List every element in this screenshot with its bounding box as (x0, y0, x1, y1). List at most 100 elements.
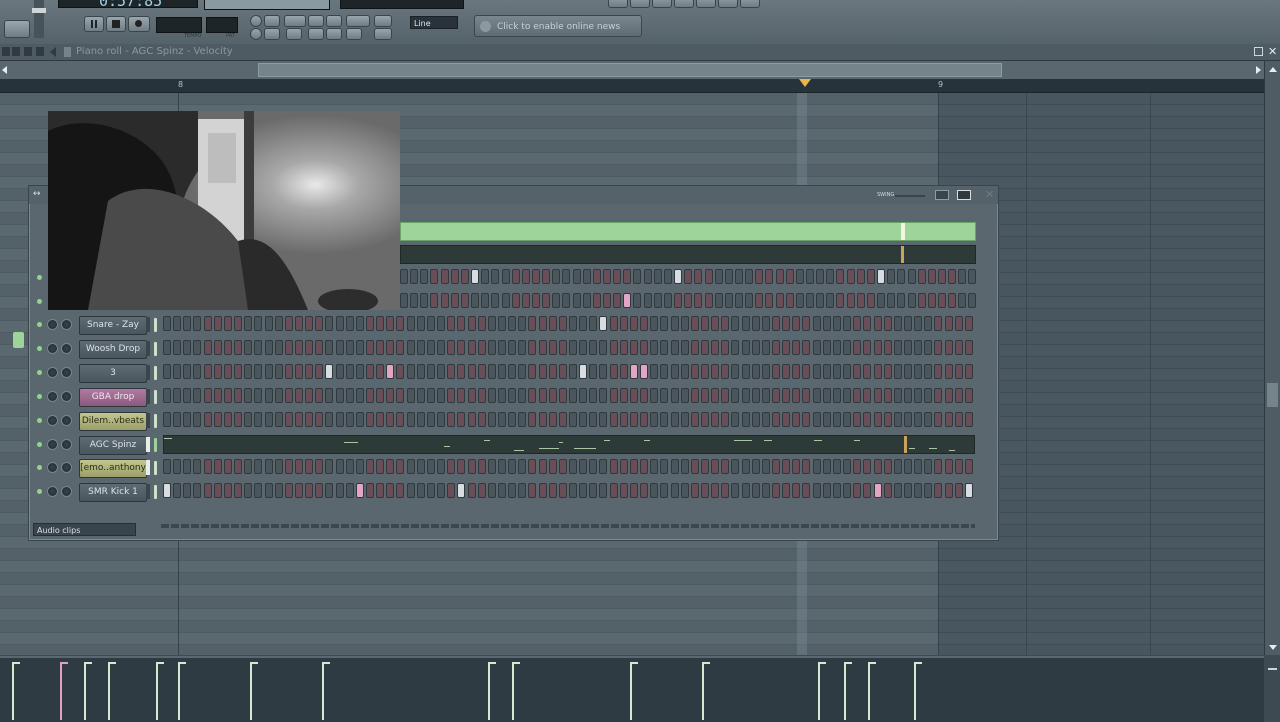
step-button[interactable] (335, 411, 344, 427)
velocity-bar[interactable] (630, 664, 632, 720)
step-button[interactable] (964, 483, 973, 499)
step-button[interactable] (223, 411, 232, 427)
step-button[interactable] (802, 387, 811, 403)
step-button[interactable] (843, 363, 852, 379)
step-button[interactable] (193, 316, 202, 331)
step-button[interactable] (447, 387, 456, 403)
step-button[interactable] (741, 363, 750, 379)
step-button[interactable] (355, 459, 364, 475)
channel-select-indicator[interactable] (146, 317, 150, 332)
step-button[interactable] (264, 316, 273, 331)
piano-view-icon[interactable] (935, 190, 949, 200)
step-button[interactable] (355, 411, 364, 427)
step-button[interactable] (832, 483, 841, 499)
step-button[interactable] (508, 483, 517, 499)
step-button[interactable] (406, 363, 415, 379)
step-button[interactable] (954, 459, 963, 475)
snap-mode-select[interactable]: Line (410, 16, 458, 29)
pan-knob[interactable] (47, 342, 58, 354)
step-button[interactable] (426, 459, 435, 475)
step-button[interactable] (467, 387, 476, 403)
step-button[interactable] (426, 411, 435, 427)
step-button[interactable] (589, 339, 598, 355)
step-button[interactable] (345, 387, 354, 403)
step-button[interactable] (700, 363, 709, 379)
step-button[interactable] (213, 339, 222, 355)
step-button[interactable] (832, 363, 841, 379)
step-button[interactable] (355, 483, 364, 499)
step-button[interactable] (903, 363, 912, 379)
step-button[interactable] (548, 387, 557, 403)
step-button[interactable] (761, 459, 770, 475)
steps-button[interactable] (346, 28, 362, 40)
pan-knob[interactable] (47, 438, 58, 450)
step-button[interactable] (893, 363, 902, 379)
step-button[interactable] (386, 459, 395, 475)
step-button[interactable] (294, 316, 303, 331)
step-button[interactable] (447, 483, 456, 499)
step-button[interactable] (294, 387, 303, 403)
step-button[interactable] (731, 316, 740, 331)
step-button[interactable] (487, 339, 496, 355)
step-button[interactable] (873, 387, 882, 403)
step-button[interactable] (548, 459, 557, 475)
step-button[interactable] (599, 339, 608, 355)
step-button[interactable] (376, 411, 385, 427)
pan-knob[interactable] (47, 390, 58, 402)
step-button[interactable] (761, 387, 770, 403)
pause-button[interactable] (84, 16, 104, 32)
step-button[interactable] (173, 387, 182, 403)
step-button[interactable] (599, 316, 608, 331)
channel-select-indicator[interactable] (146, 460, 150, 476)
loop-record-button[interactable] (308, 28, 324, 40)
step-button[interactable] (477, 459, 486, 475)
step-button[interactable] (284, 411, 293, 427)
step-button[interactable] (569, 316, 577, 331)
step-button[interactable] (193, 483, 202, 499)
step-button[interactable] (183, 483, 192, 499)
step-button[interactable] (731, 411, 740, 427)
step-button[interactable] (508, 459, 517, 475)
step-button[interactable] (244, 483, 253, 499)
channel-button[interactable]: 3 (79, 363, 147, 383)
step-button[interactable] (173, 363, 182, 379)
step-button[interactable] (203, 316, 212, 331)
step-button[interactable] (345, 483, 354, 499)
step-button[interactable] (254, 459, 263, 475)
step-button[interactable] (670, 459, 679, 475)
volume-knob[interactable] (61, 342, 72, 354)
step-button[interactable] (203, 459, 212, 475)
step-button[interactable] (477, 363, 486, 379)
step-button[interactable] (396, 459, 405, 475)
step-button[interactable] (772, 459, 780, 475)
step-button[interactable] (386, 411, 395, 427)
step-button[interactable] (761, 316, 770, 331)
pan-knob[interactable] (47, 486, 58, 498)
volume-knob[interactable] (61, 366, 72, 378)
step-button[interactable] (284, 483, 293, 499)
step-button[interactable] (457, 363, 466, 379)
step-button[interactable] (213, 387, 222, 403)
step-button[interactable] (264, 459, 273, 475)
step-button[interactable] (376, 339, 385, 355)
step-button[interactable] (670, 387, 679, 403)
step-button[interactable] (670, 316, 679, 331)
step-button[interactable] (173, 459, 182, 475)
step-button[interactable] (609, 483, 618, 499)
step-button[interactable] (193, 459, 202, 475)
step-button[interactable] (447, 459, 456, 475)
scroll-right-icon[interactable] (1256, 66, 1261, 74)
step-button[interactable] (264, 483, 273, 499)
wait-button[interactable] (250, 28, 262, 40)
piano-roll-knob[interactable] (64, 47, 71, 57)
step-button[interactable] (640, 483, 649, 499)
scroll-up-icon[interactable] (1269, 67, 1277, 72)
step-button[interactable] (660, 363, 669, 379)
step-button[interactable] (934, 339, 943, 355)
step-button[interactable] (548, 363, 557, 379)
step-button[interactable] (640, 339, 649, 355)
step-button[interactable] (660, 483, 669, 499)
step-button[interactable] (477, 316, 486, 331)
step-button[interactable] (284, 387, 293, 403)
step-button[interactable] (680, 483, 689, 499)
